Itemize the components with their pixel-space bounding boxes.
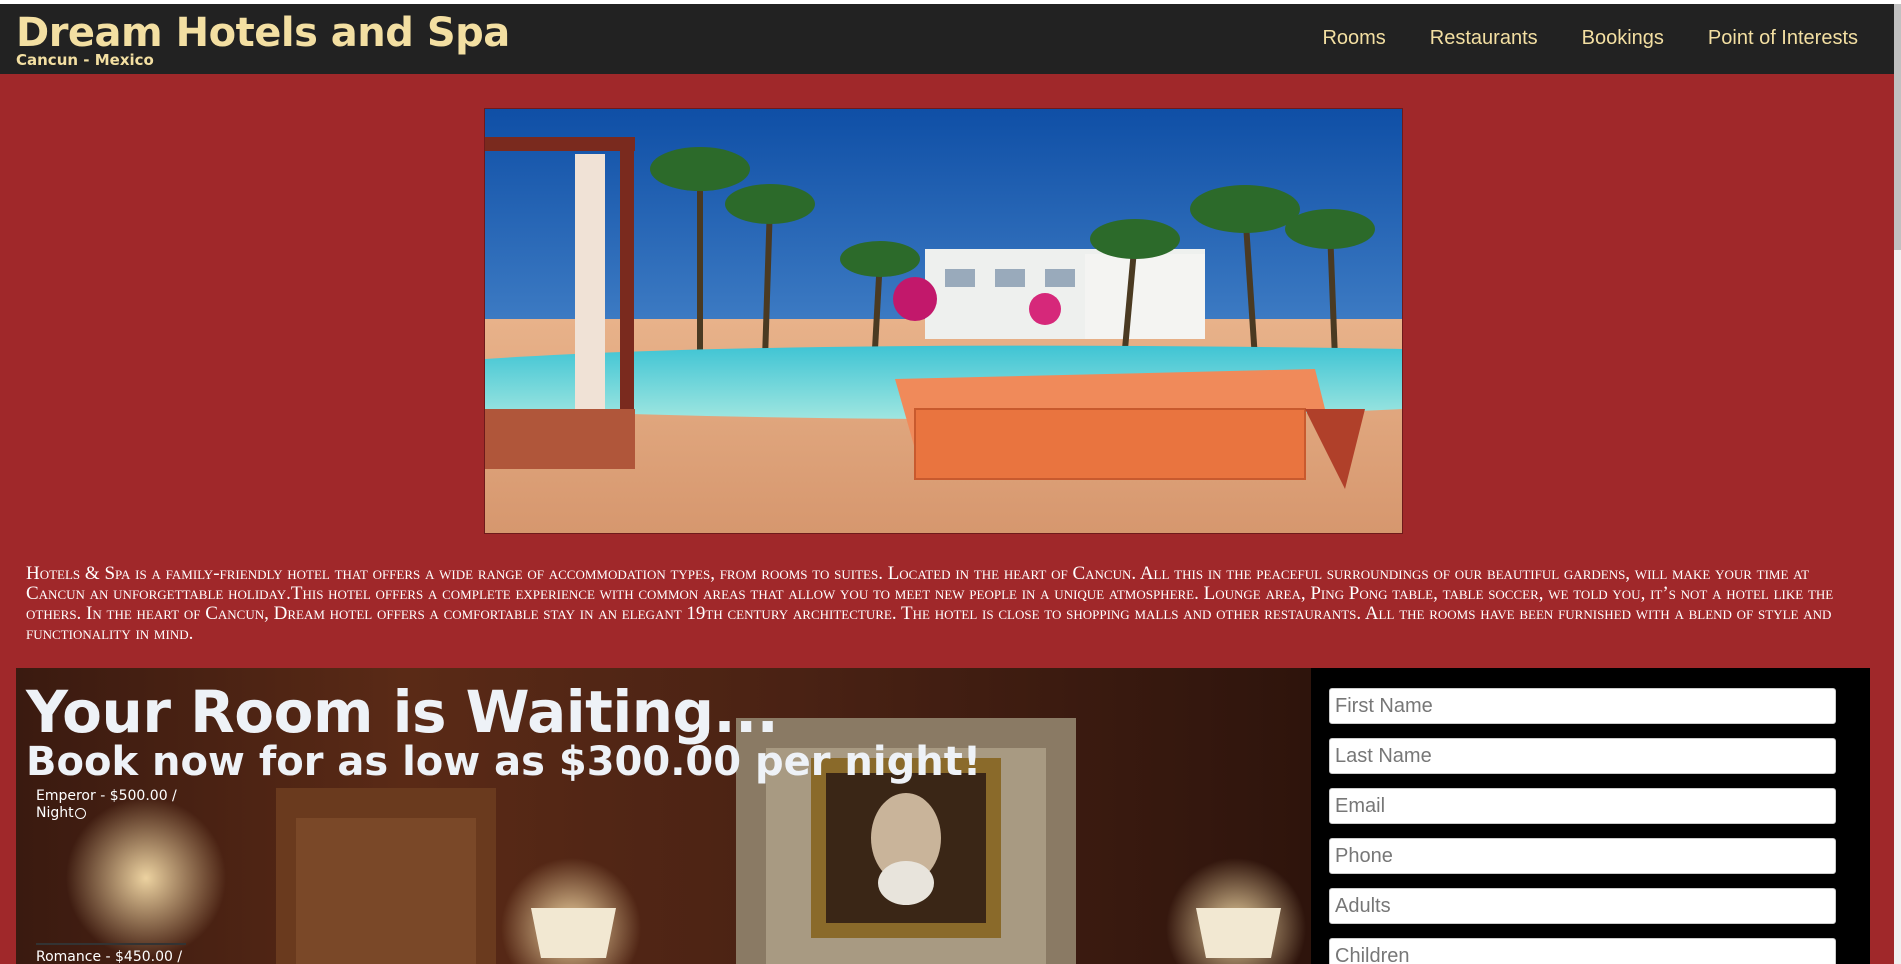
last-name-input[interactable] (1329, 738, 1836, 774)
children-input[interactable] (1329, 938, 1836, 964)
nav-point-of-interests-link[interactable]: Point of Interests (1708, 27, 1858, 50)
hero-pool-image (484, 108, 1403, 534)
email-input[interactable] (1329, 788, 1836, 824)
booking-form (1311, 668, 1870, 964)
room-option-emperor[interactable]: Emperor - $500.00 / Night (36, 788, 186, 822)
room-option-label: Emperor - $500.00 / Night (36, 788, 177, 821)
hotel-description: Hotels & Spa is a family-friendly hotel … (26, 563, 1834, 644)
brand-subtitle: Cancun - Mexico (16, 51, 154, 69)
booking-subtitle: Book now for as low as $300.00 per night… (26, 739, 982, 785)
first-name-input[interactable] (1329, 688, 1836, 724)
room-divider (36, 943, 186, 945)
booking-section: Your Room is Waiting... Book now for as … (16, 668, 1870, 964)
navbar: Dream Hotels and Spa Cancun - Mexico Roo… (0, 4, 1894, 74)
phone-input[interactable] (1329, 838, 1836, 874)
room-option-label: Romance - $450.00 / (36, 949, 183, 964)
nav-rooms-link[interactable]: Rooms (1322, 27, 1385, 50)
booking-title: Your Room is Waiting... (26, 678, 779, 746)
room-option-romance[interactable]: Romance - $450.00 / (36, 949, 186, 964)
adults-input[interactable] (1329, 888, 1836, 924)
main-nav: Rooms Restaurants Bookings Point of Inte… (1322, 27, 1858, 50)
nav-restaurants-link[interactable]: Restaurants (1430, 27, 1538, 50)
room-options: Emperor - $500.00 / Night Romance - $450… (36, 788, 196, 964)
room-radio-emperor[interactable] (74, 807, 86, 819)
nav-bookings-link[interactable]: Bookings (1582, 27, 1664, 50)
scrollbar-thumb[interactable] (1894, 4, 1901, 250)
